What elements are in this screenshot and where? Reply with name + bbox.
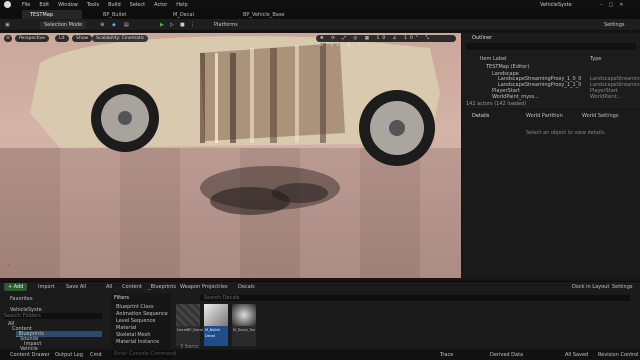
tab-world-settings[interactable]: World Settings [582, 113, 618, 119]
status-bar: Content Drawer Output Log Cmd Enter Cons… [0, 350, 640, 360]
main-toolbar [0, 19, 640, 31]
output-log-button[interactable]: Output Log [55, 352, 83, 358]
details-panel: Details World Partition World Settings S… [462, 110, 640, 279]
search-assets-input[interactable]: Search Decals [200, 295, 630, 301]
filters-title: Filters [114, 295, 129, 301]
window-controls[interactable]: –□✕ [600, 2, 629, 8]
filter-item[interactable]: Material [116, 325, 136, 331]
filter-item[interactable]: Blueprint Class [116, 304, 154, 310]
dock-in-layout-button[interactable]: Dock in Layout [572, 284, 609, 290]
transform-tools[interactable]: ✥ ⟳ ⤢ ◎ ▦ 10 ∠ 10° ⤡ 0.25 ▣ 4 [316, 35, 456, 48]
scalability-badge: Scalability: Cinematic [92, 35, 149, 42]
more-play-icon[interactable]: ⋮ [190, 21, 195, 29]
console-input[interactable]: Enter Console Command [112, 351, 176, 358]
platforms-button[interactable]: Platforms [214, 21, 238, 29]
perspective-button[interactable]: Perspective [15, 35, 50, 42]
tab-testmap[interactable]: TESTMap [22, 10, 82, 19]
filter-item[interactable]: Animation Sequence [116, 311, 168, 317]
content-settings-button[interactable]: Settings [612, 284, 633, 290]
outliner-row[interactable]: WorldPaint_myss... [492, 94, 539, 100]
mode-dropdown[interactable]: Selection Mode [40, 21, 86, 29]
outliner-panel: Outliner Item Label Type TESTMap (Editor… [462, 33, 640, 109]
asset-name: M_Bullet Decal [205, 328, 220, 338]
outliner-row[interactable]: TESTMap (Editor) [486, 64, 529, 70]
viewport-options-button[interactable]: ≡ [4, 35, 12, 42]
asset-name: DecalBP_Decal_Bullet [177, 328, 215, 332]
all-saved-status[interactable]: All Saved [565, 352, 588, 358]
breadcrumb-projectiles[interactable]: Projectiles [202, 284, 228, 290]
cinematics-icon[interactable]: ▤ [124, 21, 129, 29]
search-folders-input[interactable]: Search Folders [4, 313, 102, 319]
breadcrumb-weapon[interactable]: Weapon [180, 284, 200, 290]
project-title: VehicleSyste [540, 2, 572, 8]
filter-item[interactable]: Level Sequence [116, 318, 155, 324]
import-button[interactable]: Import [38, 284, 55, 290]
breadcrumb-content[interactable]: Content [122, 284, 142, 290]
cmd-button[interactable]: Cmd [90, 352, 102, 358]
axis-gizmo: ↗ [6, 263, 11, 269]
outliner-col-label[interactable]: Item Label [480, 56, 506, 62]
texture-thumbnail-icon [232, 304, 256, 326]
outliner-col-type[interactable]: Type [590, 56, 601, 62]
tab-m-decal[interactable]: M_Decal [165, 10, 235, 19]
menu-file[interactable]: File [22, 2, 30, 8]
settings-button[interactable]: Settings [604, 21, 625, 29]
stop-icon[interactable]: ■ [180, 21, 185, 29]
favorites-header[interactable]: Favorites [10, 296, 33, 302]
lit-button[interactable]: Lit [55, 35, 69, 42]
material-thumbnail-icon [204, 304, 228, 326]
derived-data-button[interactable]: Derived Data [490, 352, 523, 358]
add-button[interactable]: + Add [4, 283, 28, 291]
viewport-scene [30, 36, 440, 215]
outliner-title: Outliner [472, 35, 493, 41]
menu-bar: File Edit Window Tools Build Select Acto… [0, 0, 188, 9]
menu-build[interactable]: Build [108, 2, 121, 8]
trace-button[interactable]: Trace [440, 352, 453, 358]
outliner-row-type: WorldPaint... [590, 94, 622, 100]
outliner-footer: 142 actors (142 loaded) [466, 101, 527, 107]
asset-tile[interactable]: M_Decal_Tex [232, 304, 256, 346]
save-all-button[interactable]: Save All [66, 284, 86, 290]
blueprint-thumbnail-icon [176, 304, 200, 326]
blueprint-icon[interactable]: ◆ [112, 21, 116, 29]
menu-actor[interactable]: Actor [154, 2, 167, 8]
save-icon[interactable]: ▣ [5, 21, 10, 29]
add-actor-icon[interactable]: ⊕ [100, 21, 104, 29]
tab-bp-bullet[interactable]: BP_Bullet [95, 10, 159, 19]
level-viewport[interactable]: ↗ [0, 33, 461, 278]
menu-help[interactable]: Help [176, 2, 187, 8]
asset-tile[interactable]: M_Bullet Decal [204, 304, 228, 346]
content-drawer-button[interactable]: Content Drawer [10, 352, 50, 358]
play-icon[interactable]: ▶ [160, 21, 164, 29]
filter-item[interactable]: Material Instance [116, 339, 159, 345]
menu-window[interactable]: Window [58, 2, 78, 8]
details-empty-text: Select an object to view details. [526, 130, 606, 136]
menu-tools[interactable]: Tools [87, 2, 99, 8]
content-browser: + Add Import Save All All Content _Bluep… [0, 281, 640, 352]
tab-details[interactable]: Details [472, 113, 489, 119]
menu-select[interactable]: Select [130, 2, 145, 8]
revision-control-button[interactable]: Revision Control [598, 352, 639, 358]
asset-name: M_Decal_Tex [233, 328, 256, 332]
filter-item[interactable]: Skeletal Mesh [116, 332, 151, 338]
menu-edit[interactable]: Edit [39, 2, 49, 8]
outliner-search[interactable] [466, 43, 636, 50]
breadcrumb-blueprints[interactable]: _Blueprints [148, 284, 176, 290]
show-button[interactable]: Show [72, 35, 93, 42]
asset-tile[interactable]: DecalBP_Decal_Bullet [176, 304, 215, 346]
step-icon[interactable]: ▷ [170, 21, 174, 29]
breadcrumb-all[interactable]: All [106, 284, 112, 290]
tab-bp-vehicle-base[interactable]: BP_Vehicle_Base [235, 10, 315, 19]
breadcrumb-decals[interactable]: Decals [238, 284, 255, 290]
tab-world-partition[interactable]: World Partition [526, 113, 563, 119]
